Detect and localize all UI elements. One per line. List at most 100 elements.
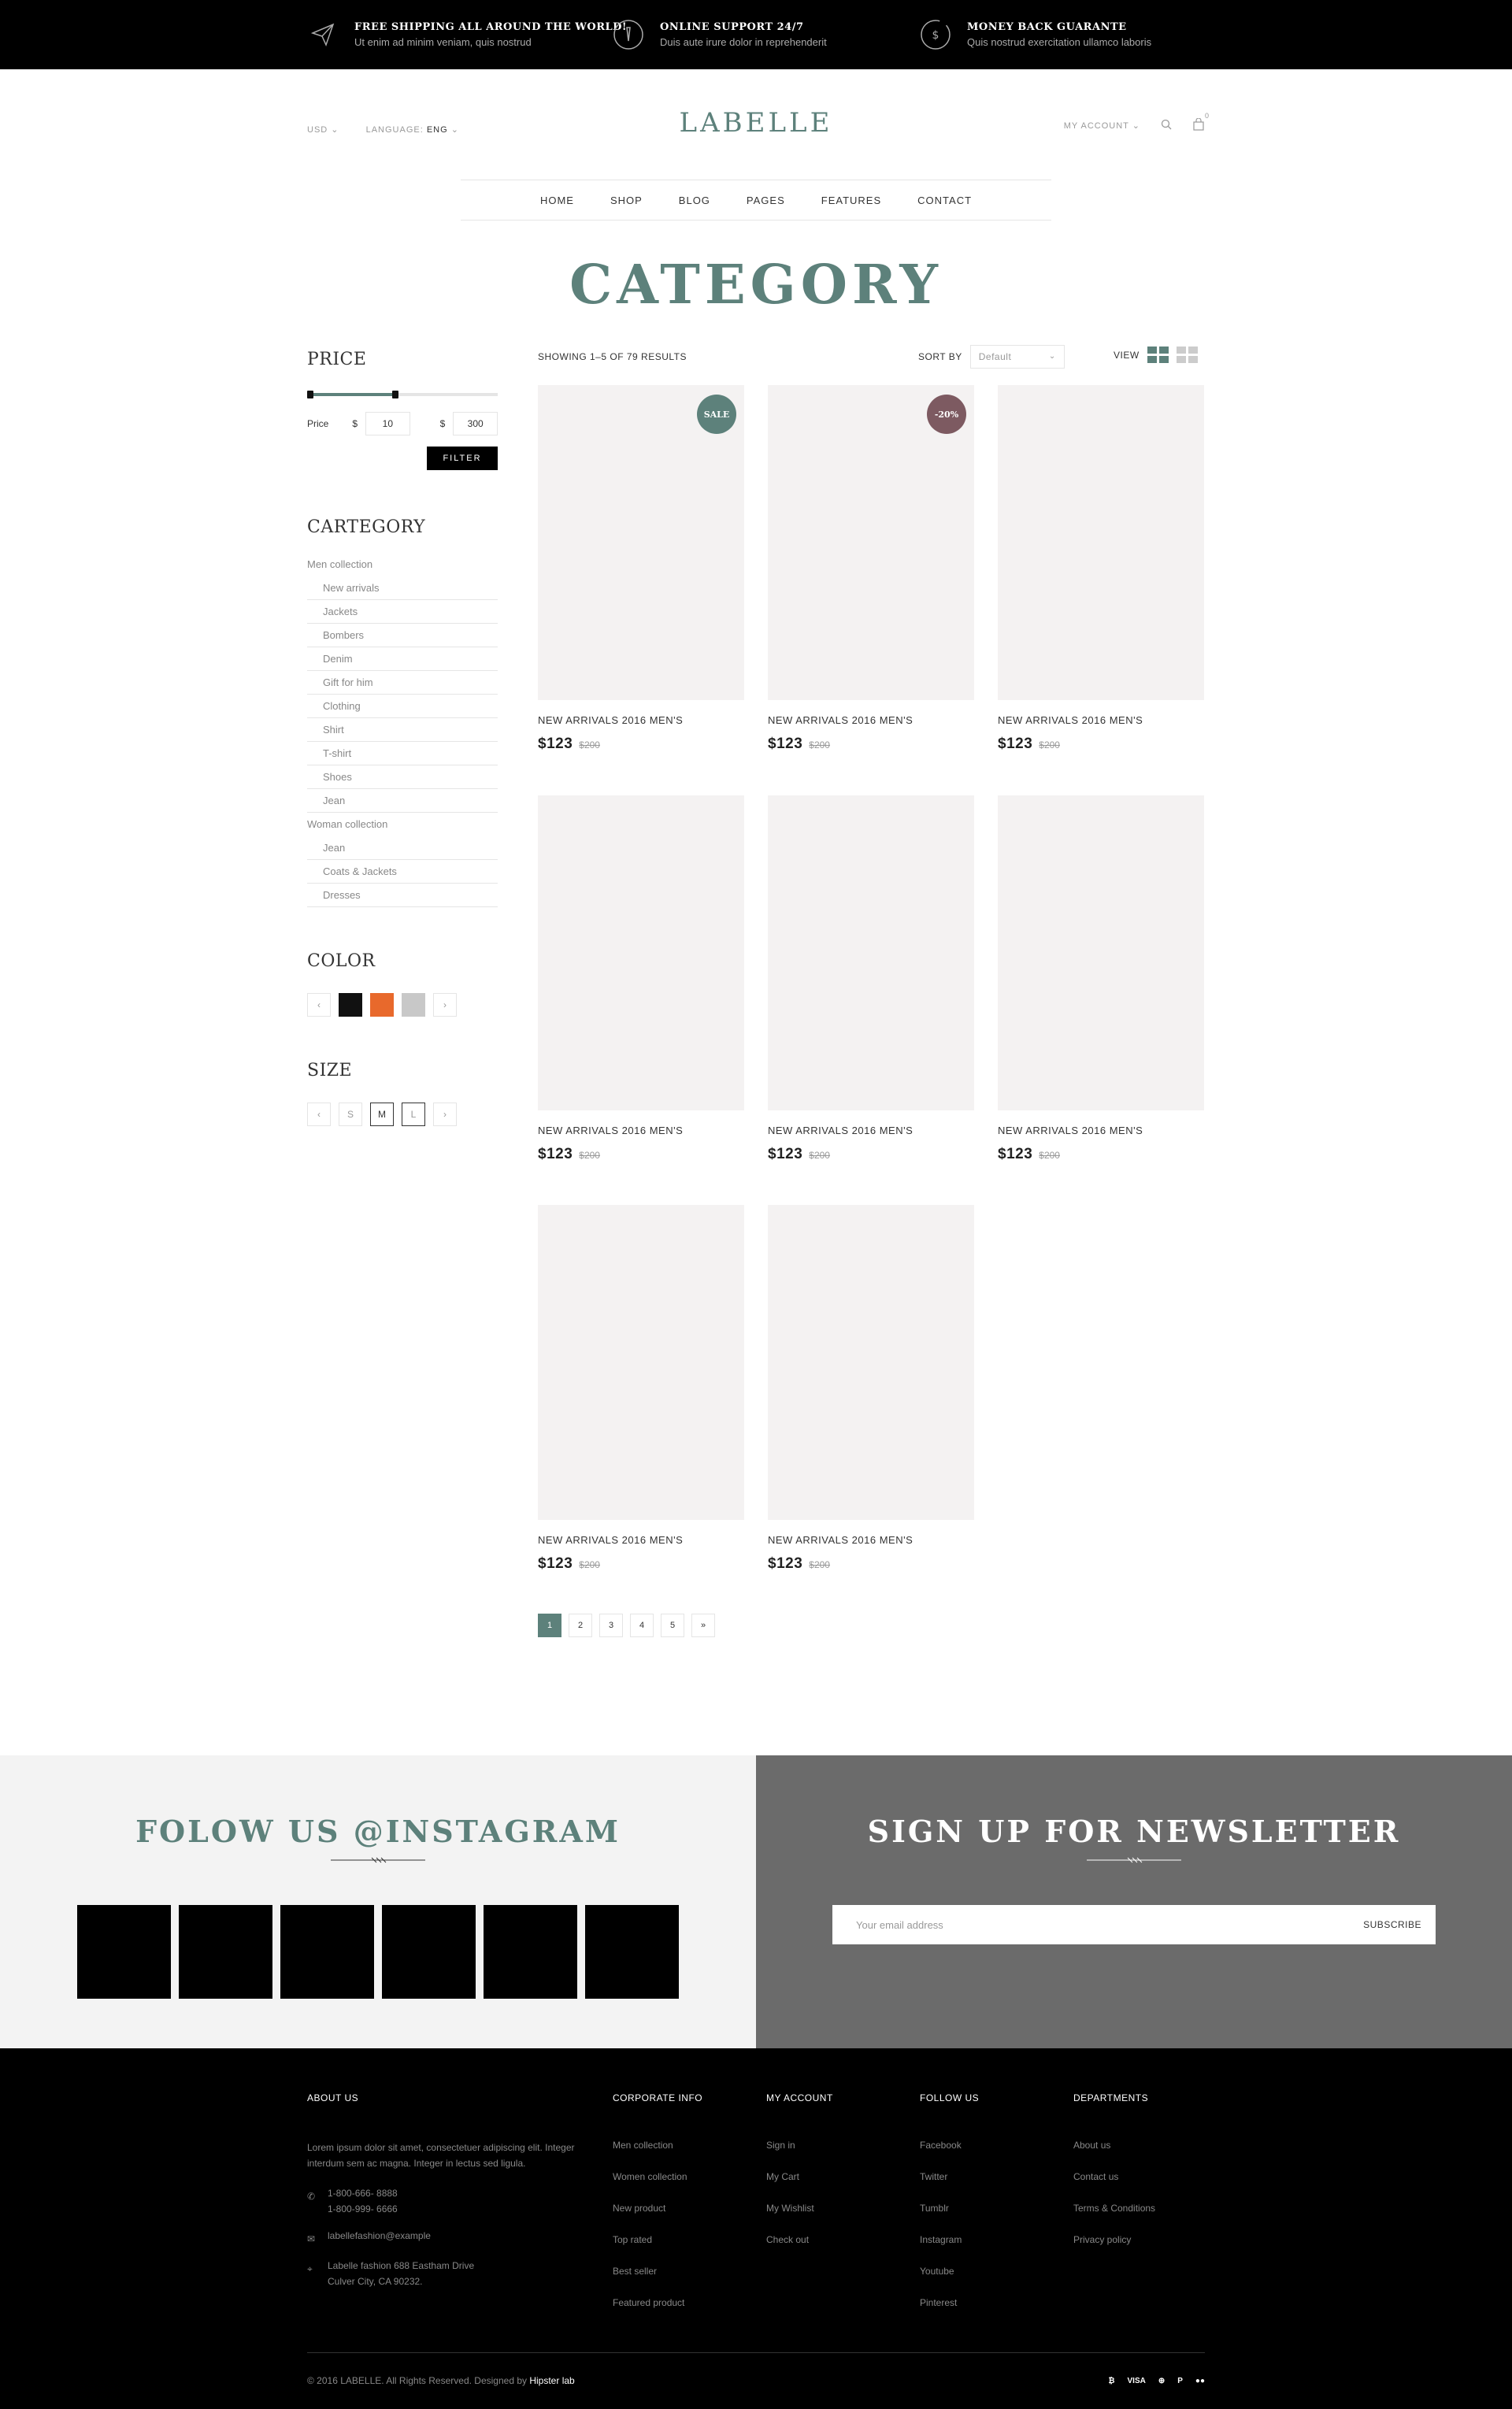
- nav-features[interactable]: FEATURES: [821, 195, 881, 206]
- page-next[interactable]: »: [691, 1614, 715, 1637]
- sort-select[interactable]: Default ⌄: [969, 345, 1065, 369]
- price-slider[interactable]: [307, 391, 498, 398]
- footer-link[interactable]: Youtube: [920, 2266, 979, 2297]
- subscribe-button[interactable]: SUBSCRIBE: [1363, 1919, 1421, 1930]
- category-subitem[interactable]: Gift for him: [307, 671, 498, 695]
- color-next-button[interactable]: ›: [433, 993, 457, 1017]
- page-4[interactable]: 4: [630, 1614, 654, 1637]
- footer-link[interactable]: Tumblr: [920, 2203, 979, 2234]
- size-s[interactable]: S: [339, 1103, 362, 1126]
- footer-link[interactable]: Best seller: [613, 2266, 702, 2297]
- cart-icon[interactable]: 0: [1192, 112, 1209, 133]
- nav-shop[interactable]: SHOP: [610, 195, 643, 206]
- footer-link[interactable]: Privacy policy: [1073, 2234, 1155, 2266]
- product-name[interactable]: NEW ARRIVALS 2016 MEN'S: [538, 1534, 744, 1546]
- product-card[interactable]: -20% NEW ARRIVALS 2016 MEN'S $123 $200: [768, 385, 974, 753]
- footer-link[interactable]: Men collection: [613, 2140, 702, 2171]
- product-name[interactable]: NEW ARRIVALS 2016 MEN'S: [768, 714, 974, 726]
- size-next-button[interactable]: ›: [433, 1103, 457, 1126]
- product-name[interactable]: NEW ARRIVALS 2016 MEN'S: [538, 1125, 744, 1136]
- footer-link[interactable]: Featured product: [613, 2297, 702, 2329]
- designer-link[interactable]: Hipster lab: [529, 2375, 574, 2386]
- email-link[interactable]: labellefashion@example: [328, 2228, 431, 2247]
- footer-link[interactable]: Sign in: [766, 2140, 833, 2171]
- nav-contact[interactable]: CONTACT: [917, 195, 972, 206]
- page-3[interactable]: 3: [599, 1614, 623, 1637]
- product-image[interactable]: [998, 385, 1204, 700]
- product-name[interactable]: NEW ARRIVALS 2016 MEN'S: [768, 1534, 974, 1546]
- my-account-menu[interactable]: MY ACCOUNT ⌄: [1064, 120, 1140, 131]
- product-card[interactable]: NEW ARRIVALS 2016 MEN'S $123 $200: [538, 1205, 744, 1573]
- size-m[interactable]: M: [370, 1103, 394, 1126]
- instagram-photo[interactable]: [484, 1905, 577, 1999]
- category-subitem[interactable]: Shoes: [307, 765, 498, 789]
- category-subitem[interactable]: Jackets: [307, 600, 498, 624]
- filter-button[interactable]: FILTER: [427, 447, 498, 470]
- footer-link[interactable]: Pinterest: [920, 2297, 979, 2329]
- list-view-icon[interactable]: [1176, 347, 1198, 363]
- footer-link[interactable]: Check out: [766, 2234, 833, 2266]
- product-name[interactable]: NEW ARRIVALS 2016 MEN'S: [998, 1125, 1204, 1136]
- instagram-photo[interactable]: [77, 1905, 171, 1999]
- product-image[interactable]: [768, 1205, 974, 1520]
- category-subitem[interactable]: T-shirt: [307, 742, 498, 765]
- footer-link[interactable]: My Wishlist: [766, 2203, 833, 2234]
- logo[interactable]: LABELLE: [0, 107, 1512, 139]
- category-subitem[interactable]: New arrivals: [307, 576, 498, 600]
- nav-pages[interactable]: PAGES: [747, 195, 785, 206]
- footer-link[interactable]: Women collection: [613, 2171, 702, 2203]
- category-subitem[interactable]: Bombers: [307, 624, 498, 647]
- category-group[interactable]: Men collection: [307, 553, 498, 576]
- footer-link[interactable]: My Cart: [766, 2171, 833, 2203]
- page-1[interactable]: 1: [538, 1614, 561, 1637]
- product-name[interactable]: NEW ARRIVALS 2016 MEN'S: [998, 714, 1204, 726]
- nav-blog[interactable]: BLOG: [679, 195, 710, 206]
- instagram-photo[interactable]: [382, 1905, 476, 1999]
- product-card[interactable]: NEW ARRIVALS 2016 MEN'S $123 $200: [768, 1205, 974, 1573]
- category-subitem[interactable]: Jean: [307, 836, 498, 860]
- search-icon[interactable]: [1161, 119, 1172, 132]
- size-l[interactable]: L: [402, 1103, 425, 1126]
- product-image[interactable]: SALE: [538, 385, 744, 700]
- page-2[interactable]: 2: [569, 1614, 592, 1637]
- product-image[interactable]: -20%: [768, 385, 974, 700]
- instagram-photo[interactable]: [179, 1905, 272, 1999]
- footer-link[interactable]: About us: [1073, 2140, 1155, 2171]
- footer-link[interactable]: Twitter: [920, 2171, 979, 2203]
- product-image[interactable]: [768, 795, 974, 1110]
- product-name[interactable]: NEW ARRIVALS 2016 MEN'S: [538, 714, 744, 726]
- instagram-photo[interactable]: [585, 1905, 679, 1999]
- product-card[interactable]: NEW ARRIVALS 2016 MEN'S $123 $200: [998, 385, 1204, 753]
- footer-link[interactable]: Instagram: [920, 2234, 979, 2266]
- color-swatch-orange[interactable]: [370, 993, 394, 1017]
- product-image[interactable]: [538, 795, 744, 1110]
- footer-link[interactable]: Top rated: [613, 2234, 702, 2266]
- product-image[interactable]: [538, 1205, 744, 1520]
- category-subitem[interactable]: Denim: [307, 647, 498, 671]
- category-subitem[interactable]: Jean: [307, 789, 498, 813]
- product-image[interactable]: [998, 795, 1204, 1110]
- price-max-input[interactable]: 300: [453, 412, 498, 435]
- email-input[interactable]: Your email address: [856, 1919, 943, 1931]
- product-card[interactable]: NEW ARRIVALS 2016 MEN'S $123 $200: [538, 795, 744, 1163]
- grid-view-icon[interactable]: [1147, 347, 1169, 363]
- price-min-input[interactable]: 10: [365, 412, 410, 435]
- color-swatch-black[interactable]: [339, 993, 362, 1017]
- page-5[interactable]: 5: [661, 1614, 684, 1637]
- category-group[interactable]: Woman collection: [307, 813, 498, 836]
- product-card[interactable]: NEW ARRIVALS 2016 MEN'S $123 $200: [998, 795, 1204, 1163]
- color-prev-button[interactable]: ‹: [307, 993, 331, 1017]
- footer-link[interactable]: Terms & Conditions: [1073, 2203, 1155, 2234]
- footer-link[interactable]: Contact us: [1073, 2171, 1155, 2203]
- nav-home[interactable]: HOME: [540, 195, 574, 206]
- category-subitem[interactable]: Shirt: [307, 718, 498, 742]
- category-subitem[interactable]: Coats & Jackets: [307, 860, 498, 884]
- product-card[interactable]: NEW ARRIVALS 2016 MEN'S $123 $200: [768, 795, 974, 1163]
- product-card[interactable]: SALE NEW ARRIVALS 2016 MEN'S $123 $200: [538, 385, 744, 753]
- category-subitem[interactable]: Clothing: [307, 695, 498, 718]
- size-prev-button[interactable]: ‹: [307, 1103, 331, 1126]
- price-slider-max-handle[interactable]: [392, 391, 398, 398]
- color-swatch-gray[interactable]: [402, 993, 425, 1017]
- instagram-photo[interactable]: [280, 1905, 374, 1999]
- price-slider-min-handle[interactable]: [307, 391, 313, 398]
